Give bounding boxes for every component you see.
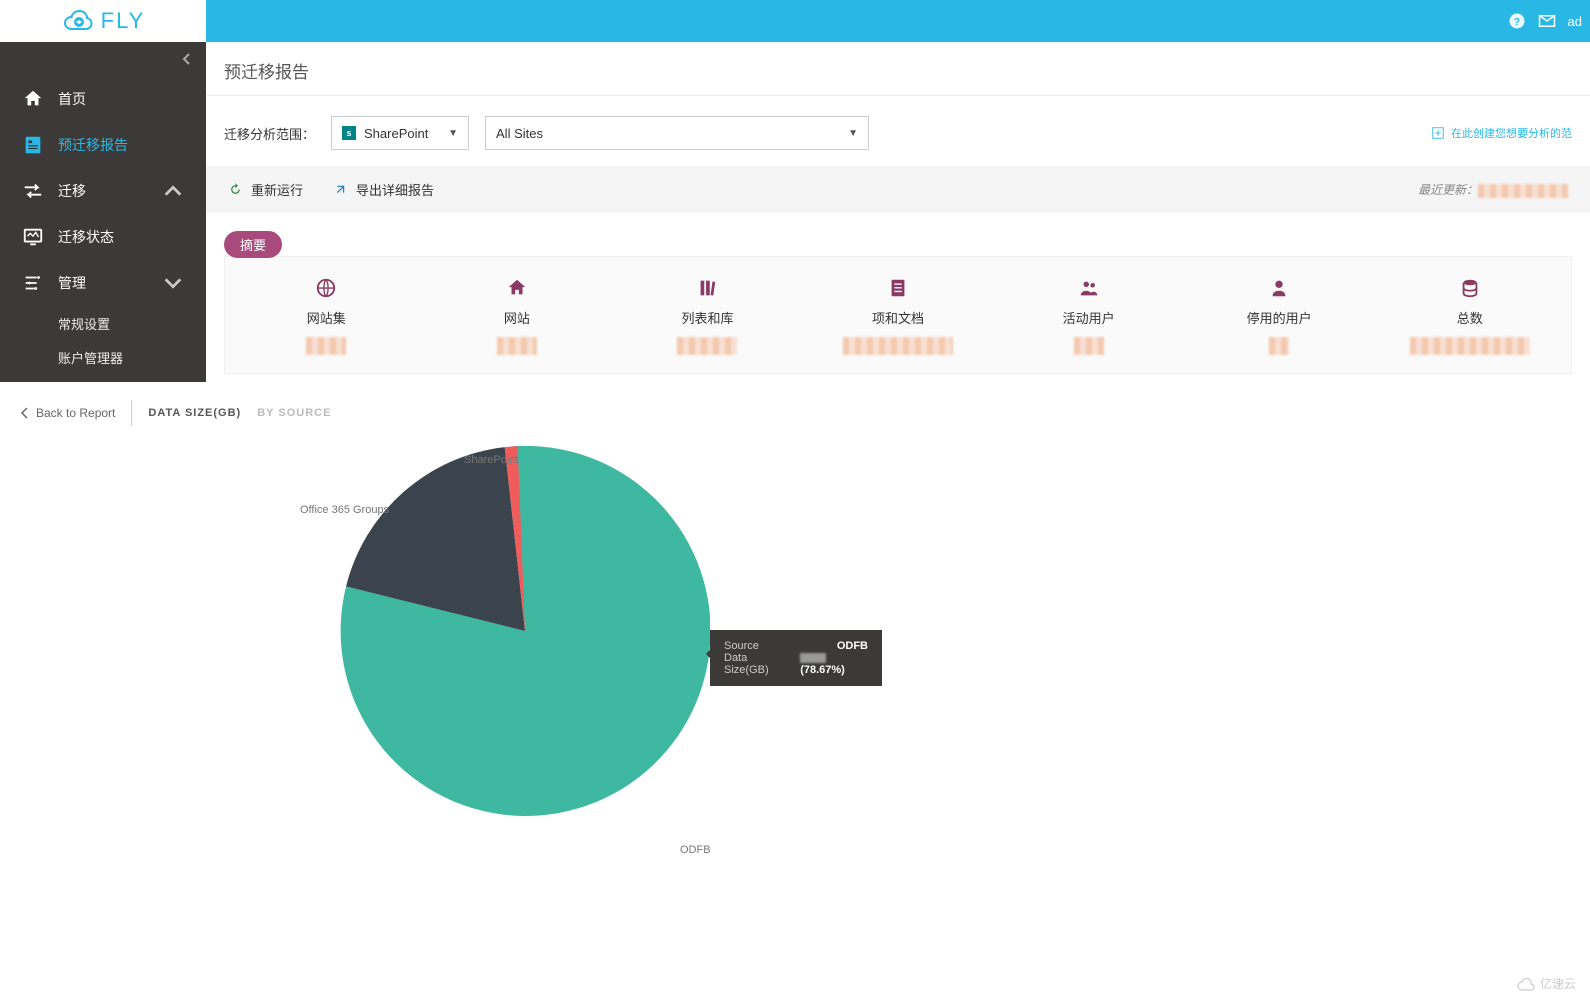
tooltip-size-value: (78.67%) — [800, 652, 868, 676]
dropdown-platform[interactable]: s SharePoint ▼ — [331, 116, 469, 150]
summary-value — [1410, 337, 1530, 355]
document-icon — [887, 277, 909, 299]
summary-value — [1269, 337, 1289, 355]
sidebar-item-migration[interactable]: 迁移 — [0, 168, 206, 214]
home-icon — [22, 88, 44, 110]
dropdown-value: All Sites — [496, 126, 543, 141]
sidebar-item-premigration-report[interactable]: 预迁移报告 — [0, 122, 206, 168]
tooltip-source-label: Source — [724, 640, 759, 652]
summary-disabled-users: 停用的用户 — [1184, 267, 1375, 373]
caret-down-icon: ▼ — [848, 128, 858, 139]
add-scope-icon — [1431, 126, 1445, 140]
sidebar-label: 迁移状态 — [58, 227, 114, 247]
dropdown-sites[interactable]: All Sites ▼ — [485, 116, 869, 150]
sidebar-label: 预迁移报告 — [58, 135, 128, 155]
chevron-left-icon — [20, 407, 30, 419]
sidebar-item-migration-status[interactable]: 迁移状态 — [0, 214, 206, 260]
sidebar-collapse-icon[interactable] — [182, 52, 192, 69]
database-icon — [1459, 277, 1481, 299]
sidebar: 首页 预迁移报告 迁移 迁移状态 管理 常规设置 账户管理器 — [0, 42, 206, 382]
summary-items-docs: 项和文档 — [803, 267, 994, 373]
settings-icon — [22, 272, 44, 294]
summary-value — [306, 337, 346, 355]
mail-icon[interactable] — [1538, 12, 1556, 30]
user-label[interactable]: ad — [1568, 14, 1582, 29]
dropdown-value: SharePoint — [364, 126, 428, 141]
summary-value — [677, 337, 737, 355]
back-to-report-link[interactable]: Back to Report — [20, 406, 115, 420]
globe-icon — [315, 277, 337, 299]
tab-by-source[interactable]: BY SOURCE — [257, 407, 331, 419]
refresh-icon — [228, 182, 243, 197]
user-icon — [1268, 277, 1290, 299]
migration-icon — [22, 180, 44, 202]
brand-name: FLY — [101, 8, 146, 34]
summary-value — [843, 337, 953, 355]
summary-lists-libraries: 列表和库 — [612, 267, 803, 373]
summary-row: 网站集 网站 列表和库 项和文档 活动用户 — [224, 256, 1572, 374]
tooltip-source-value: ODFB — [837, 640, 868, 652]
cloud-icon — [1516, 977, 1536, 991]
summary-value — [1074, 337, 1104, 355]
summary-badge: 摘要 — [224, 231, 282, 258]
summary-site-collections: 网站集 — [231, 267, 422, 373]
scope-label: 迁移分析范围： — [224, 124, 315, 143]
sidebar-subitem-account-manager[interactable]: 账户管理器 — [0, 340, 206, 374]
help-icon[interactable]: ? — [1508, 12, 1526, 30]
create-scope-link[interactable]: 在此创建您想要分析的范 — [1431, 125, 1572, 141]
caret-down-icon: ▼ — [448, 128, 458, 139]
home-icon — [506, 277, 528, 299]
report-icon — [22, 134, 44, 156]
pie-label-odfb: ODFB — [680, 844, 711, 856]
pie-chart: SharePoint Office 365 Groups ODFB Source… — [0, 446, 1590, 966]
monitor-icon — [22, 226, 44, 248]
summary-value — [497, 337, 537, 355]
tab-data-size[interactable]: DATA SIZE(GB) — [148, 407, 241, 419]
svg-text:?: ? — [1513, 16, 1519, 28]
cloud-plane-icon — [61, 8, 95, 34]
chart-tooltip: Source ODFB Data Size(GB) (78.67%) — [710, 630, 882, 686]
sidebar-subitem-general-settings[interactable]: 常规设置 — [0, 306, 206, 340]
export-button[interactable]: 导出详细报告 — [333, 180, 434, 199]
tooltip-size-label: Data Size(GB) — [724, 652, 790, 676]
sidebar-label: 迁移 — [58, 181, 86, 201]
chevron-down-icon — [162, 272, 184, 294]
pie-label-sharepoint: SharePoint — [464, 454, 518, 466]
summary-active-users: 活动用户 — [993, 267, 1184, 373]
rerun-button[interactable]: 重新运行 — [228, 180, 303, 199]
brand-logo[interactable]: FLY — [0, 0, 206, 42]
last-update-value — [1478, 184, 1568, 198]
sidebar-label: 管理 — [58, 273, 86, 293]
chevron-up-icon — [162, 180, 184, 202]
last-update-label: 最近更新： — [1418, 181, 1568, 198]
sharepoint-icon: s — [342, 126, 356, 140]
pie-label-o365: Office 365 Groups — [300, 504, 389, 516]
sidebar-item-home[interactable]: 首页 — [0, 76, 206, 122]
watermark: 亿速云 — [1516, 975, 1576, 992]
export-icon — [333, 182, 348, 197]
page-title: 预迁移报告 — [206, 42, 1590, 96]
sidebar-item-manage[interactable]: 管理 — [0, 260, 206, 306]
summary-sites: 网站 — [422, 267, 613, 373]
summary-total: 总数 — [1374, 267, 1565, 373]
divider — [131, 400, 132, 426]
sidebar-label: 首页 — [58, 89, 86, 109]
books-icon — [696, 277, 718, 299]
users-icon — [1078, 277, 1100, 299]
